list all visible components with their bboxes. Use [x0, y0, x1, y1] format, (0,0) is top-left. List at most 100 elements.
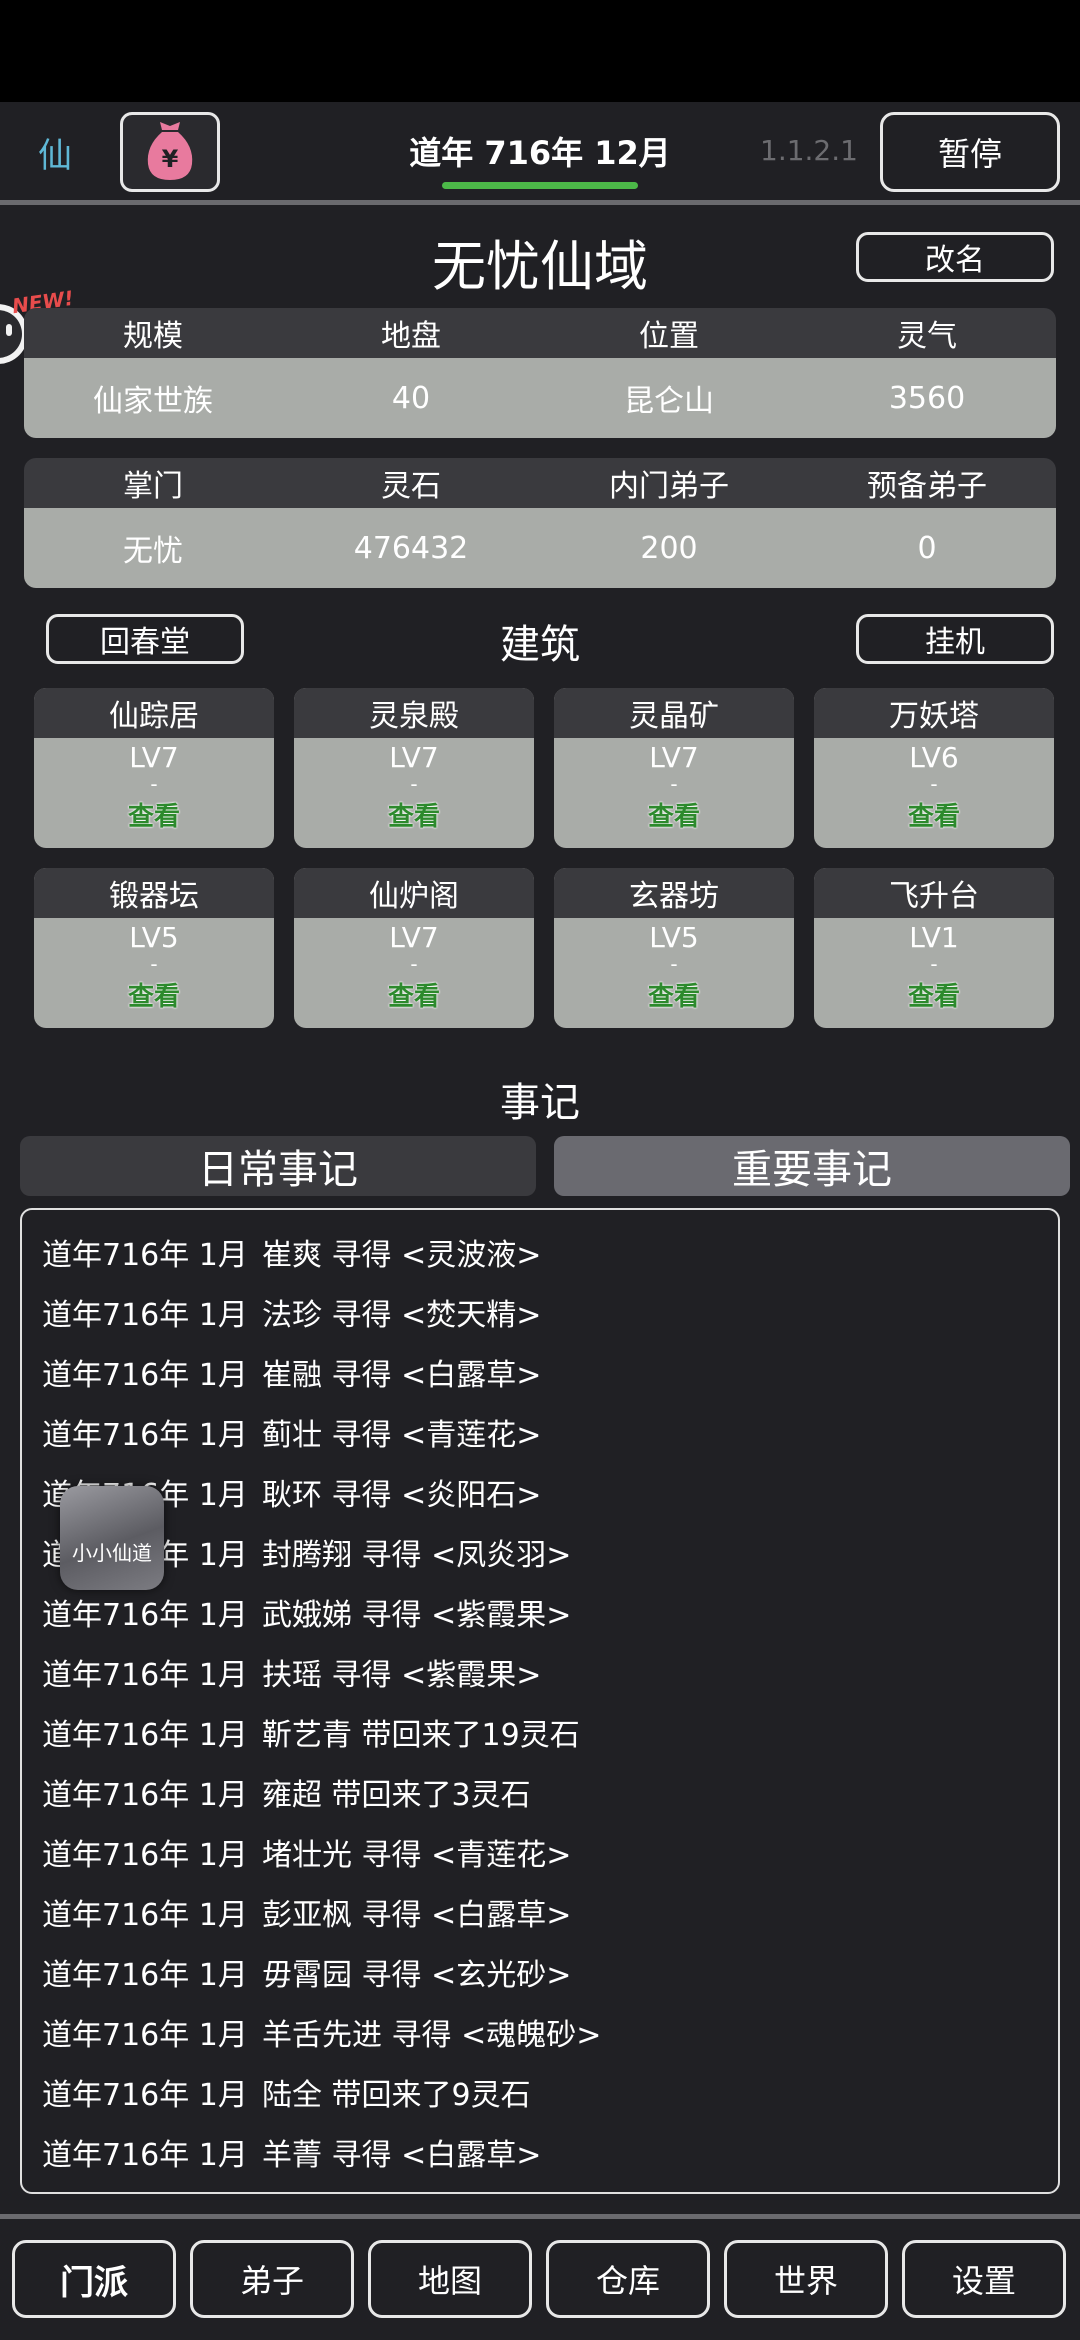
nav-warehouse[interactable]: 仓库	[546, 2240, 710, 2318]
building-card[interactable]: 灵泉殿 LV7 - 查看	[294, 688, 534, 848]
rename-button[interactable]: 改名	[856, 232, 1054, 282]
nav-disciples[interactable]: 弟子	[190, 2240, 354, 2318]
building-status: -	[150, 952, 158, 976]
building-view-link[interactable]: 查看	[34, 796, 274, 833]
list-item: 道年716年 1月 羊舌先进 寻得 <魂魄砂>	[42, 2010, 601, 2054]
info-header-location: 位置	[639, 319, 699, 354]
log-date: 道年716年 1月	[42, 1838, 248, 1873]
status-bar	[0, 0, 1080, 102]
building-status: -	[670, 772, 678, 796]
building-card[interactable]: 灵晶矿 LV7 - 查看	[554, 688, 794, 848]
idle-button[interactable]: 挂机	[856, 614, 1054, 664]
log-date: 道年716年 1月	[42, 2138, 248, 2173]
info-value-location: 昆仑山	[624, 384, 714, 419]
info-header-inner-disciples: 内门弟子	[609, 469, 729, 504]
building-card[interactable]: 锻器坛 LV5 - 查看	[34, 868, 274, 1028]
building-level: LV7	[389, 741, 439, 774]
list-item: 道年716年 1月 雍超 带回来了3灵石	[42, 1770, 531, 1814]
event-log[interactable]: 道年716年 1月 崔爽 寻得 <灵波液> 道年716年 1月 法珍 寻得 <焚天精…	[20, 1208, 1060, 2194]
pause-button[interactable]: 暂停	[880, 112, 1060, 192]
building-view-link[interactable]: 查看	[554, 976, 794, 1013]
building-view-link[interactable]: 查看	[814, 796, 1054, 833]
building-status: -	[930, 952, 938, 976]
list-item: 道年716年 1月 蓟壮 寻得 <青莲花>	[42, 1410, 541, 1454]
tab-important-events[interactable]: 重要事记	[554, 1136, 1070, 1196]
building-view-link[interactable]: 查看	[814, 976, 1054, 1013]
tab-daily-events[interactable]: 日常事记	[20, 1136, 536, 1196]
log-date: 道年716年 1月	[42, 1358, 248, 1393]
building-status: -	[410, 772, 418, 796]
list-item: 道年716年 1月 羊菁 寻得 <白露草>	[42, 2130, 541, 2174]
building-card[interactable]: 玄器坊 LV5 - 查看	[554, 868, 794, 1028]
building-view-link[interactable]: 查看	[554, 796, 794, 833]
log-date: 道年716年 1月	[42, 1898, 248, 1933]
bottom-navigation: 门派 弟子 地图 仓库 世界 设置	[0, 2234, 1080, 2324]
building-level: LV7	[389, 921, 439, 954]
building-name: 仙踪居	[34, 688, 274, 738]
version-label: 1.1.2.1	[760, 134, 858, 167]
info-header-spirit-stones: 灵石	[381, 469, 441, 504]
log-text: 崔融 寻得 <白露草>	[262, 1358, 542, 1393]
sect-info-table-1: 规模 地盘 位置 灵气 仙家世族 40 昆仑山 3560	[24, 308, 1056, 438]
log-text: 崔爽 寻得 <灵波液>	[262, 1238, 542, 1273]
building-card[interactable]: 仙炉阁 LV7 - 查看	[294, 868, 534, 1028]
building-level: LV5	[649, 921, 699, 954]
info-header-reserve-disciples: 预备弟子	[867, 469, 987, 504]
list-item: 道年716年 1月 扶瑶 寻得 <紫霞果>	[42, 1650, 541, 1694]
info-header-territory: 地盘	[381, 319, 441, 354]
buildings-title: 建筑	[500, 622, 580, 668]
building-status: -	[410, 952, 418, 976]
immortal-label: 仙	[38, 136, 72, 176]
sect-name: 无忧仙域	[432, 235, 648, 298]
nav-sect[interactable]: 门派	[12, 2240, 176, 2318]
game-date: 道年 716年 12月	[409, 134, 671, 172]
list-item: 道年716年 1月 崔融 寻得 <白露草>	[42, 1350, 541, 1394]
nav-world[interactable]: 世界	[724, 2240, 888, 2318]
building-name: 万妖塔	[814, 688, 1054, 738]
healing-hall-button[interactable]: 回春堂	[46, 614, 244, 664]
list-item: 道年716年 1月 武娥娣 寻得 <紫霞果>	[42, 1590, 571, 1634]
floating-app-shortcut[interactable]: 小小仙道	[60, 1486, 164, 1590]
building-name: 锻器坛	[34, 868, 274, 918]
log-date: 道年716年 1月	[42, 1598, 248, 1633]
info-value-inner-disciples: 200	[640, 530, 698, 566]
list-item: 道年716年 1月 毋霄园 寻得 <玄光砂>	[42, 1950, 571, 1994]
building-view-link[interactable]: 查看	[294, 796, 534, 833]
building-card[interactable]: 万妖塔 LV6 - 查看	[814, 688, 1054, 848]
building-name: 仙炉阁	[294, 868, 534, 918]
building-level: LV1	[909, 921, 959, 954]
bottom-divider	[0, 2214, 1080, 2219]
events-title: 事记	[500, 1080, 580, 1126]
building-view-link[interactable]: 查看	[294, 976, 534, 1013]
list-item: 道年716年 1月 堵壮光 寻得 <青莲花>	[42, 1830, 571, 1874]
building-card[interactable]: 仙踪居 LV7 - 查看	[34, 688, 274, 848]
building-view-link[interactable]: 查看	[34, 976, 274, 1013]
svg-text:¥: ¥	[162, 145, 179, 173]
info-value-territory: 40	[391, 380, 431, 416]
building-level: LV7	[649, 741, 699, 774]
log-text: 扶瑶 寻得 <紫霞果>	[262, 1658, 542, 1693]
log-text: 毋霄园 寻得 <玄光砂>	[262, 1958, 572, 1993]
info-value-leader: 无忧	[123, 534, 183, 569]
log-text: 雍超 带回来了3灵石	[262, 1778, 531, 1813]
log-date: 道年716年 1月	[42, 1778, 248, 1813]
list-item: 道年716年 1月 法珍 寻得 <焚天精>	[42, 1290, 541, 1334]
building-card[interactable]: 飞升台 LV1 - 查看	[814, 868, 1054, 1028]
nav-map[interactable]: 地图	[368, 2240, 532, 2318]
nav-settings[interactable]: 设置	[902, 2240, 1066, 2318]
money-bag-icon: ¥	[147, 122, 193, 180]
info-header-scale: 规模	[123, 319, 183, 354]
building-name: 飞升台	[814, 868, 1054, 918]
log-date: 道年716年 1月	[42, 1418, 248, 1453]
date-progress-bar	[442, 182, 638, 189]
money-bag-button[interactable]: ¥	[120, 112, 220, 192]
info-header-spirit-qi: 灵气	[897, 319, 957, 354]
building-name: 灵泉殿	[294, 688, 534, 738]
log-date: 道年716年 1月	[42, 1658, 248, 1693]
building-level: LV7	[129, 741, 179, 774]
info-value-scale: 仙家世族	[93, 384, 213, 419]
log-text: 彭亚枫 寻得 <白露草>	[262, 1898, 572, 1933]
building-status: -	[150, 772, 158, 796]
building-status: -	[670, 952, 678, 976]
info-value-spirit-qi: 3560	[888, 380, 966, 416]
